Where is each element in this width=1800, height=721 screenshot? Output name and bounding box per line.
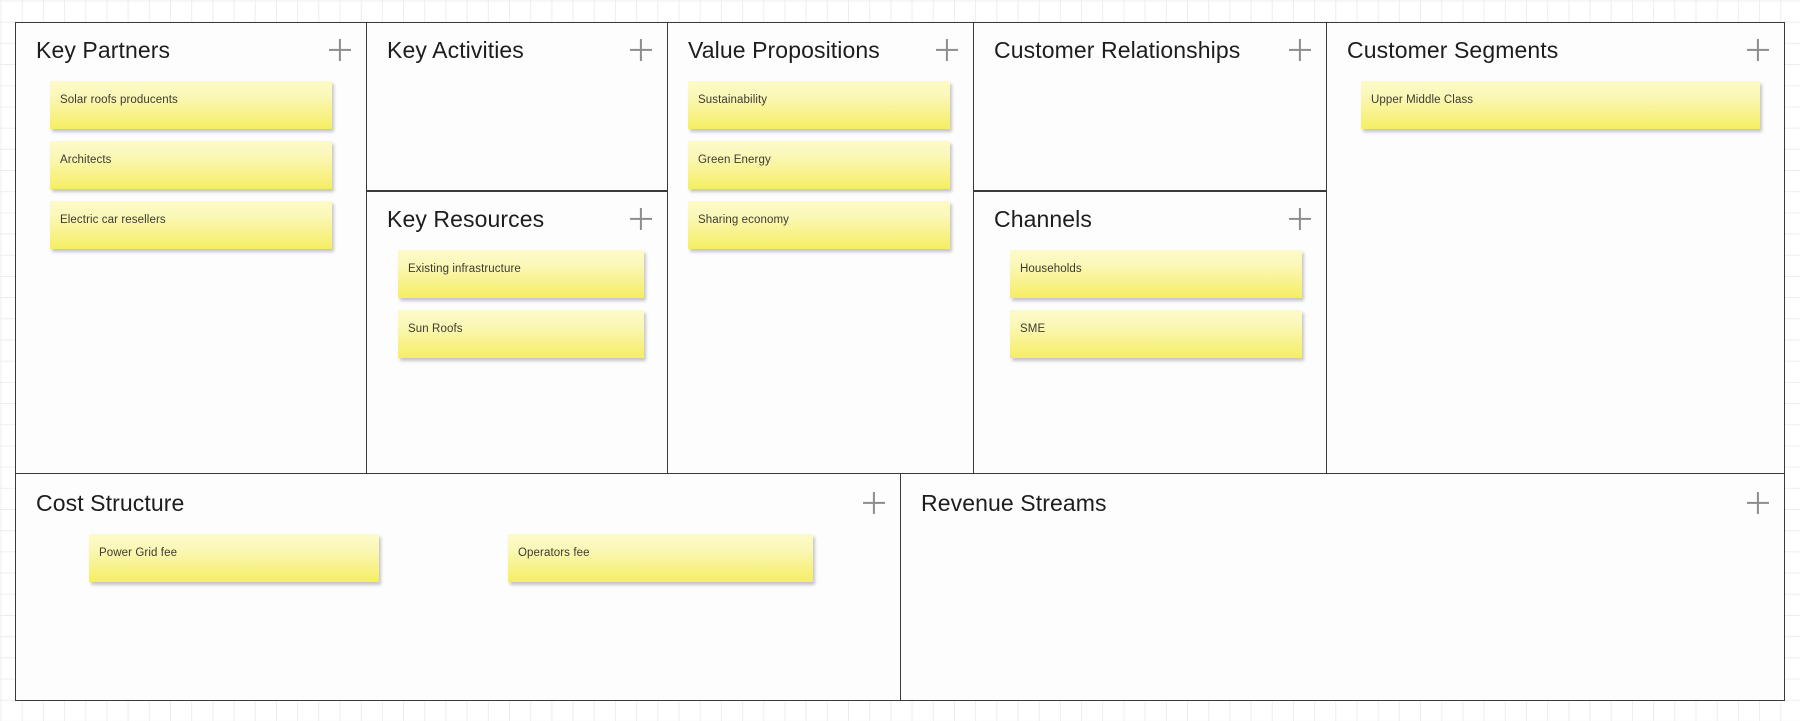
block-header-key-resources: Key Resources — [367, 192, 667, 246]
sticky-note-text: Architects — [60, 154, 112, 166]
canvas-background: Key Partners Solar roofs producents Arch… — [0, 0, 1800, 721]
block-title-key-resources: Key Resources — [387, 205, 545, 232]
block-key-partners[interactable]: Key Partners Solar roofs producents Arch… — [15, 22, 367, 474]
sticky-note-text: Green Energy — [698, 154, 771, 166]
block-header-key-activities: Key Activities — [367, 23, 667, 77]
business-model-canvas-sheet: Key Partners Solar roofs producents Arch… — [15, 22, 1785, 701]
sticky-note-text: Existing infrastructure — [408, 263, 521, 275]
block-header-customer-relationships: Customer Relationships — [974, 23, 1326, 77]
block-header-customer-segments: Customer Segments — [1327, 23, 1784, 77]
sticky-note-text: Sharing economy — [698, 214, 789, 226]
sticky-note[interactable]: Architects — [50, 141, 332, 189]
note-list-channels: Households SME — [974, 250, 1326, 370]
sticky-note[interactable]: Operators fee — [508, 534, 813, 582]
sticky-note[interactable]: SME — [1010, 310, 1302, 358]
add-note-plus-icon-key-partners[interactable] — [327, 37, 353, 63]
block-title-revenue-streams: Revenue Streams — [921, 489, 1107, 516]
block-key-resources[interactable]: Key Resources Existing infrastructure Su… — [367, 191, 668, 474]
sticky-note-text: Solar roofs producents — [60, 94, 178, 106]
sticky-note-text: SME — [1020, 323, 1046, 335]
add-note-plus-icon-customer-relationships[interactable] — [1287, 37, 1313, 63]
sticky-note[interactable]: Sun Roofs — [398, 310, 644, 358]
note-list-key-partners: Solar roofs producents Architects Electr… — [16, 81, 366, 261]
block-title-cost-structure: Cost Structure — [36, 489, 185, 516]
note-list-key-resources: Existing infrastructure Sun Roofs — [367, 250, 667, 370]
sticky-note-text: Upper Middle Class — [1371, 94, 1474, 106]
block-header-channels: Channels — [974, 192, 1326, 246]
sticky-note[interactable]: Existing infrastructure — [398, 250, 644, 298]
block-title-channels: Channels — [994, 205, 1092, 232]
block-header-cost-structure: Cost Structure — [16, 474, 900, 532]
sticky-note-text: Sun Roofs — [408, 323, 463, 335]
sticky-note-text: Power Grid fee — [99, 547, 178, 559]
block-key-activities[interactable]: Key Activities — [367, 22, 668, 191]
sticky-note[interactable]: Sustainability — [688, 81, 950, 129]
sticky-note-text: Households — [1020, 263, 1082, 275]
note-list-customer-segments: Upper Middle Class — [1327, 81, 1784, 141]
sticky-note[interactable]: Upper Middle Class — [1361, 81, 1760, 129]
block-title-key-activities: Key Activities — [387, 36, 524, 63]
block-customer-segments[interactable]: Customer Segments Upper Middle Class — [1327, 22, 1785, 474]
block-customer-relationships[interactable]: Customer Relationships — [974, 22, 1327, 191]
block-cost-structure[interactable]: Cost Structure Power Grid fee Operators … — [15, 474, 901, 701]
add-note-plus-icon-revenue-streams[interactable] — [1745, 490, 1771, 516]
block-header-revenue-streams: Revenue Streams — [901, 474, 1784, 532]
note-list-value-propositions: Sustainability Green Energy Sharing econ… — [668, 81, 973, 261]
block-title-key-partners: Key Partners — [36, 36, 171, 63]
sticky-note-text: Electric car resellers — [60, 214, 166, 226]
sticky-note[interactable]: Solar roofs producents — [50, 81, 332, 129]
add-note-plus-icon-key-resources[interactable] — [628, 206, 654, 232]
add-note-plus-icon-customer-segments[interactable] — [1745, 37, 1771, 63]
block-header-value-propositions: Value Propositions — [668, 23, 973, 77]
sticky-note[interactable]: Electric car resellers — [50, 201, 332, 249]
add-note-plus-icon-key-activities[interactable] — [628, 37, 654, 63]
add-note-plus-icon-value-propositions[interactable] — [934, 37, 960, 63]
sticky-note-text: Operators fee — [518, 547, 590, 559]
sticky-note[interactable]: Households — [1010, 250, 1302, 298]
add-note-plus-icon-channels[interactable] — [1287, 206, 1313, 232]
block-title-customer-relationships: Customer Relationships — [994, 36, 1241, 63]
sticky-note[interactable]: Power Grid fee — [89, 534, 379, 582]
block-title-customer-segments: Customer Segments — [1347, 36, 1559, 63]
block-value-propositions[interactable]: Value Propositions Sustainability Green … — [668, 22, 974, 474]
block-revenue-streams[interactable]: Revenue Streams — [901, 474, 1785, 701]
block-title-value-propositions: Value Propositions — [688, 36, 880, 63]
block-header-key-partners: Key Partners — [16, 23, 366, 77]
block-channels[interactable]: Channels Households SME — [974, 191, 1327, 474]
sticky-note[interactable]: Green Energy — [688, 141, 950, 189]
sticky-note-text: Sustainability — [698, 94, 768, 106]
note-list-cost-structure: Power Grid fee Operators fee — [89, 534, 813, 582]
sticky-note[interactable]: Sharing economy — [688, 201, 950, 249]
add-note-plus-icon-cost-structure[interactable] — [861, 490, 887, 516]
